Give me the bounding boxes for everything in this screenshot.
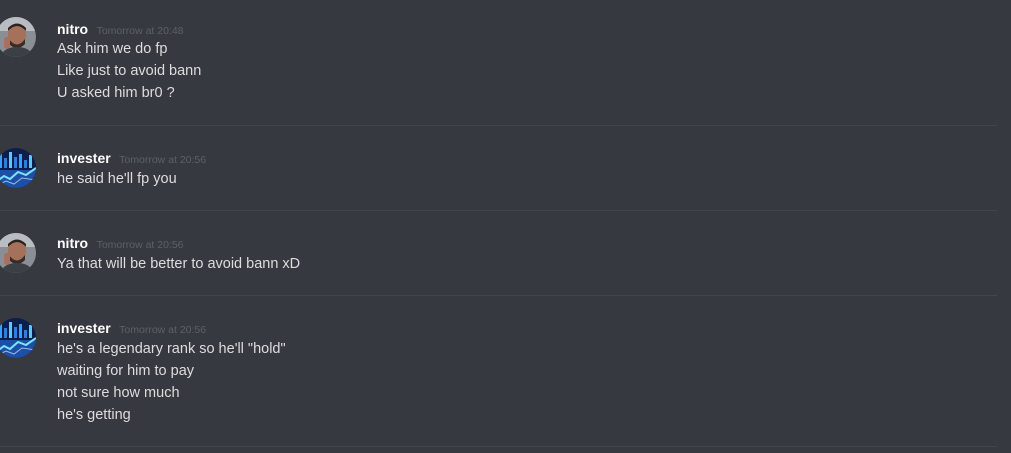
avatar[interactable] (0, 318, 36, 358)
message-text: Ya that will be better to avoid bann xD (57, 256, 301, 272)
timestamp: Tomorrow at 20:56 (119, 154, 207, 166)
avatar[interactable] (0, 17, 36, 57)
timestamp: Tomorrow at 20:56 (119, 324, 207, 336)
message-divider (0, 295, 997, 296)
chat-messages-panel: nitro Tomorrow at 20:48 Ask him we do fp… (0, 0, 1011, 453)
avatar-invester-icon (0, 318, 36, 358)
message-text: Like just to avoid bann (57, 63, 202, 79)
avatar[interactable] (0, 233, 36, 273)
message-header: nitro Tomorrow at 20:48 (57, 21, 184, 39)
avatar-nitro-icon (0, 233, 36, 273)
message-header: invester Tomorrow at 20:56 (57, 320, 206, 338)
username[interactable]: invester (57, 150, 111, 166)
avatar-nitro-icon (0, 17, 36, 57)
message-divider (0, 210, 997, 211)
message-header: nitro Tomorrow at 20:56 (57, 235, 184, 253)
username[interactable]: invester (57, 320, 111, 336)
timestamp: Tomorrow at 20:48 (96, 25, 184, 37)
message-header: invester Tomorrow at 20:56 (57, 150, 206, 168)
message-text: waiting for him to pay (57, 363, 195, 379)
avatar[interactable] (0, 148, 36, 188)
message-text: not sure how much (57, 385, 180, 401)
timestamp: Tomorrow at 20:56 (96, 239, 184, 251)
avatar-invester-icon (0, 148, 36, 188)
message-text: U asked him br0 ? (57, 85, 175, 101)
username[interactable]: nitro (57, 235, 88, 251)
message-text: Ask him we do fp (57, 41, 168, 57)
message-divider (0, 125, 997, 126)
message-text: he's getting (57, 407, 131, 423)
message-text: he's a legendary rank so he'll "hold" (57, 341, 286, 357)
username[interactable]: nitro (57, 21, 88, 37)
message-text: he said he'll fp you (57, 171, 177, 187)
message-divider (0, 446, 997, 447)
